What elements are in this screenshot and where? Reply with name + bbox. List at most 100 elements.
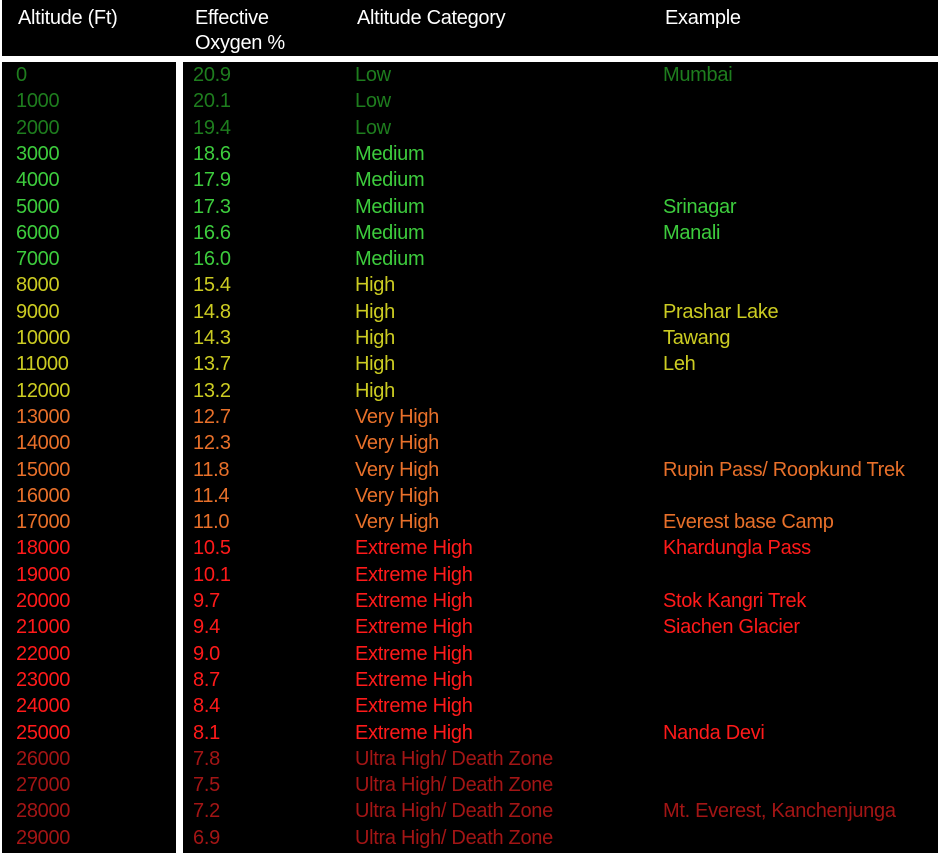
cell-oxygen: 19.4 (193, 116, 231, 139)
table-row: 16000 11.4 Very High (0, 483, 943, 509)
cell-oxygen: 14.3 (193, 327, 231, 349)
cell-category: Extreme High (355, 616, 473, 639)
table-row: 28000 7.2 Ultra High/ Death Zone Mt. Everes… (0, 798, 943, 824)
cell-oxygen: 9.0 (193, 642, 220, 665)
cell-altitude: 12000 (16, 379, 71, 402)
cell-oxygen: 12.7 (193, 405, 231, 428)
cell-category: Extreme High (355, 537, 473, 560)
cell-oxygen: 10.1 (193, 563, 231, 586)
cell-altitude: 28000 (16, 800, 71, 823)
cell-category: High (355, 300, 395, 323)
cell-altitude: 8000 (16, 274, 60, 297)
table-row: 18000 10.5 Extreme High Khardungla Pass (0, 535, 943, 561)
cell-altitude: 22000 (16, 642, 71, 665)
cell-category: Ultra High/ Death Zone (355, 800, 553, 823)
table-row: 24000 8.4 Extreme High (0, 693, 943, 719)
table-row: 29000 6.9 Ultra High/ Death Zone (0, 825, 943, 851)
table-row: 15000 11.8 Very High Rupin Pass/ Roopkund T… (0, 457, 943, 483)
cell-category: Ultra High/ Death Zone (355, 774, 553, 797)
cell-category: High (355, 353, 395, 376)
cell-altitude: 4000 (16, 169, 60, 192)
cell-oxygen: 10.5 (193, 537, 231, 560)
cell-example: Prashar Lake (663, 300, 779, 323)
cell-oxygen: 20.1 (193, 90, 231, 113)
cell-altitude: 18000 (16, 537, 71, 560)
cell-altitude: 21000 (16, 616, 71, 639)
cell-example: Manali (663, 221, 721, 244)
cell-altitude: 19000 (16, 563, 71, 586)
cell-category: High (355, 274, 395, 297)
cell-category: Ultra High/ Death Zone (355, 826, 553, 849)
table-row: 12000 13.2 High (0, 378, 943, 404)
cell-example: Everest base Camp (663, 511, 834, 534)
cell-example: Rupin Pass/ Roopkund Trek (663, 458, 905, 481)
cell-altitude: 27000 (16, 774, 71, 797)
table-row: 10000 14.3 High Tawang (0, 325, 943, 351)
cell-example: Siachen Glacier (663, 616, 800, 639)
table-row: 0 20.9 Low Mumbai (0, 62, 943, 88)
table-row: 1000 20.1 Low (0, 88, 943, 114)
cell-oxygen: 15.4 (193, 274, 231, 297)
cell-oxygen: 13.2 (193, 379, 231, 402)
table-row: 25000 8.1 Extreme High Nanda Devi (0, 720, 943, 746)
cell-category: Low (355, 90, 391, 113)
cell-category: High (355, 379, 395, 402)
cell-category: Very High (355, 405, 440, 428)
cell-category: Extreme High (355, 721, 473, 744)
cell-altitude: 14000 (16, 432, 71, 455)
cell-oxygen: 8.1 (193, 721, 220, 744)
cell-example: Mumbai (663, 64, 733, 86)
table-row: 4000 17.9 Medium (0, 167, 943, 193)
cell-example: Stok Kangri Trek (663, 590, 807, 612)
cell-oxygen: 8.7 (193, 668, 220, 691)
cell-oxygen: 8.4 (193, 695, 220, 718)
cell-altitude: 25000 (16, 721, 71, 744)
cell-oxygen: 17.9 (193, 169, 231, 192)
cell-oxygen: 6.9 (193, 826, 220, 849)
cell-example: Leh (663, 353, 696, 376)
cell-category: Low (355, 116, 391, 139)
cell-altitude: 6000 (16, 221, 60, 244)
header-oxygen-line1: Effective (195, 7, 269, 29)
cell-oxygen: 12.3 (193, 432, 231, 455)
table-row: 21000 9.4 Extreme High Siachen Glacier (0, 614, 943, 640)
cell-altitude: 13000 (16, 405, 71, 428)
cell-altitude: 7000 (16, 248, 60, 271)
cell-oxygen: 18.6 (193, 142, 231, 165)
cell-altitude: 2000 (16, 116, 60, 139)
cell-oxygen: 17.3 (193, 195, 231, 218)
cell-oxygen: 7.5 (193, 774, 220, 797)
cell-category: Extreme High (355, 642, 473, 665)
cell-category: Medium (355, 142, 425, 165)
table-row: 26000 7.8 Ultra High/ Death Zone (0, 746, 943, 772)
table-row: 13000 12.7 Very High (0, 404, 943, 430)
cell-altitude: 16000 (16, 484, 71, 507)
cell-oxygen: 9.4 (193, 616, 220, 639)
cell-category: Very High (355, 484, 440, 507)
cell-altitude: 10000 (16, 327, 71, 349)
cell-altitude: 15000 (16, 458, 71, 481)
cell-oxygen: 7.2 (193, 800, 220, 823)
cell-oxygen: 11.4 (193, 484, 230, 507)
table-header: Altitude (Ft) Effective Oxygen % Altitud… (2, 0, 938, 56)
table-rows: 0 20.9 Low Mumbai 1000 20.1 Low 2000 19.4 Low 3000… (0, 62, 943, 853)
cell-oxygen: 16.0 (193, 248, 231, 271)
cell-oxygen: 11.8 (193, 458, 230, 481)
table-row: 6000 16.6 Medium Manali (0, 220, 943, 246)
cell-example: Nanda Devi (663, 721, 765, 744)
table-row: 14000 12.3 Very High (0, 430, 943, 456)
cell-altitude: 1000 (16, 90, 60, 113)
cell-oxygen: 14.8 (193, 300, 231, 323)
cell-oxygen: 16.6 (193, 221, 231, 244)
cell-altitude: 0 (16, 64, 27, 86)
table-row: 27000 7.5 Ultra High/ Death Zone (0, 772, 943, 798)
cell-category: High (355, 327, 395, 349)
cell-oxygen: 9.7 (193, 590, 220, 612)
cell-altitude: 11000 (16, 353, 69, 376)
cell-oxygen: 20.9 (193, 64, 231, 86)
cell-category: Medium (355, 248, 425, 271)
header-oxygen: Effective Oxygen % (195, 6, 335, 56)
cell-oxygen: 13.7 (193, 353, 231, 376)
table-row: 19000 10.1 Extreme High (0, 562, 943, 588)
cell-altitude: 17000 (16, 511, 71, 534)
